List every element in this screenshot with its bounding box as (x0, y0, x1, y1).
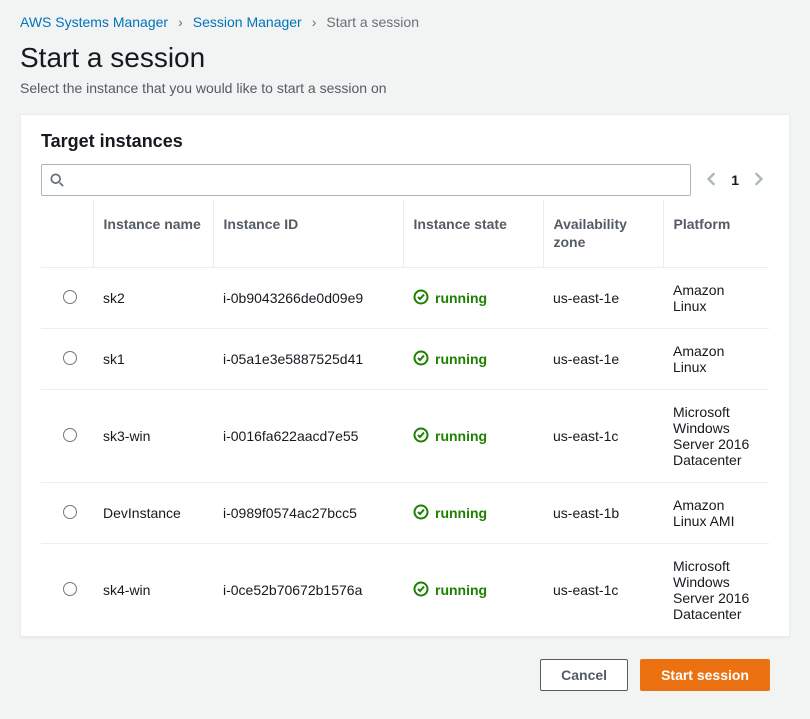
search-input[interactable] (70, 172, 682, 188)
cell-instance-state: running (403, 390, 543, 483)
cell-instance-state: running (403, 483, 543, 544)
cell-platform: Microsoft Windows Server 2016 Datacenter (663, 544, 769, 637)
panel-title: Target instances (41, 131, 769, 152)
table-row[interactable]: sk3-wini-0016fa622aacd7e55runningus-east… (41, 390, 769, 483)
breadcrumb-root[interactable]: AWS Systems Manager (20, 14, 168, 30)
cell-platform: Amazon Linux (663, 329, 769, 390)
column-platform[interactable]: Platform (663, 200, 769, 268)
status-running-icon (413, 289, 429, 308)
column-instance-id[interactable]: Instance ID (213, 200, 403, 268)
cell-instance-id: i-05a1e3e5887525d41 (213, 329, 403, 390)
table-row[interactable]: sk4-wini-0ce52b70672b1576arunningus-east… (41, 544, 769, 637)
cell-instance-name: sk2 (93, 268, 213, 329)
table-row[interactable]: sk1i-05a1e3e5887525d41runningus-east-1eA… (41, 329, 769, 390)
status-running-icon (413, 504, 429, 523)
cell-platform: Microsoft Windows Server 2016 Datacenter (663, 390, 769, 483)
table-row[interactable]: DevInstancei-0989f0574ac27bcc5runningus-… (41, 483, 769, 544)
cell-availability-zone: us-east-1c (543, 544, 663, 637)
pagination: 1 (701, 172, 769, 189)
column-select (41, 200, 93, 268)
instances-table: Instance name Instance ID Instance state… (41, 200, 769, 636)
column-availability-zone[interactable]: Availability zone (543, 200, 663, 268)
start-session-button[interactable]: Start session (640, 659, 770, 691)
target-instances-panel: Target instances 1 (20, 114, 790, 637)
prev-page-icon[interactable] (707, 172, 717, 189)
next-page-icon[interactable] (753, 172, 763, 189)
page-title: Start a session (20, 42, 790, 74)
page-number: 1 (731, 172, 739, 188)
cell-availability-zone: us-east-1c (543, 390, 663, 483)
chevron-right-icon: › (312, 14, 317, 30)
cell-instance-id: i-0b9043266de0d09e9 (213, 268, 403, 329)
cell-platform: Amazon Linux (663, 268, 769, 329)
breadcrumb-session-manager[interactable]: Session Manager (193, 14, 302, 30)
cell-availability-zone: us-east-1e (543, 329, 663, 390)
select-instance-radio[interactable] (63, 582, 77, 596)
select-instance-radio[interactable] (63, 351, 77, 365)
search-input-wrapper[interactable] (41, 164, 691, 196)
cell-availability-zone: us-east-1e (543, 268, 663, 329)
cell-instance-id: i-0ce52b70672b1576a (213, 544, 403, 637)
footer-actions: Cancel Start session (20, 645, 790, 705)
status-running-icon (413, 427, 429, 446)
cell-availability-zone: us-east-1b (543, 483, 663, 544)
page-subtitle: Select the instance that you would like … (20, 80, 790, 96)
cancel-button[interactable]: Cancel (540, 659, 628, 691)
search-icon (50, 173, 64, 187)
cell-instance-state: running (403, 268, 543, 329)
select-instance-radio[interactable] (63, 428, 77, 442)
column-instance-state[interactable]: Instance state (403, 200, 543, 268)
cell-instance-state: running (403, 544, 543, 637)
cell-instance-state: running (403, 329, 543, 390)
column-instance-name[interactable]: Instance name (93, 200, 213, 268)
chevron-right-icon: › (178, 14, 183, 30)
cell-instance-name: sk4-win (93, 544, 213, 637)
cell-instance-id: i-0989f0574ac27bcc5 (213, 483, 403, 544)
cell-instance-name: sk1 (93, 329, 213, 390)
status-running-icon (413, 581, 429, 600)
cell-instance-name: sk3-win (93, 390, 213, 483)
breadcrumb-current: Start a session (326, 14, 419, 30)
breadcrumb: AWS Systems Manager › Session Manager › … (20, 14, 790, 30)
cell-instance-name: DevInstance (93, 483, 213, 544)
status-running-icon (413, 350, 429, 369)
cell-platform: Amazon Linux AMI (663, 483, 769, 544)
select-instance-radio[interactable] (63, 290, 77, 304)
cell-instance-id: i-0016fa622aacd7e55 (213, 390, 403, 483)
select-instance-radio[interactable] (63, 505, 77, 519)
table-row[interactable]: sk2i-0b9043266de0d09e9runningus-east-1eA… (41, 268, 769, 329)
